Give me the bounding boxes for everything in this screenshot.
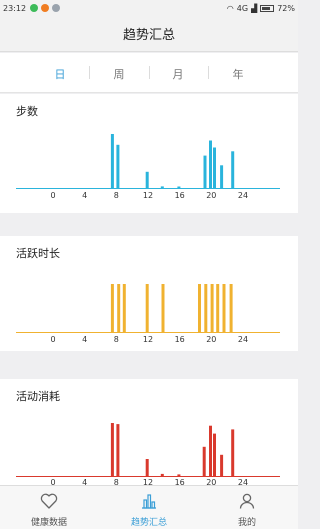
tab-week[interactable]: 周 — [104, 66, 134, 82]
battery-level: 72% — [277, 3, 295, 13]
active-time-bar — [198, 284, 201, 332]
tabbar-health-data[interactable]: 健康数据 — [9, 486, 89, 529]
active-time-bar — [161, 284, 165, 332]
steps-chart: 0 4 8 12 16 20 24 — [16, 134, 280, 200]
calories-tick-label: 24 — [238, 478, 248, 485]
active-time-card[interactable]: 活跃时长 0 4 8 12 16 20 24 — [0, 236, 298, 351]
tab-month[interactable]: 月 — [163, 66, 193, 82]
calories-bar — [116, 424, 120, 476]
calories-tick-label: 8 — [114, 478, 119, 485]
active-time-bar — [210, 284, 214, 332]
active-time-tick-label: 16 — [175, 335, 185, 344]
tab-divider — [89, 66, 90, 79]
calories-bar — [220, 454, 224, 476]
calories-bar — [110, 423, 114, 476]
nav-header: 趋势汇总 — [0, 16, 298, 52]
active-time-bar — [117, 284, 121, 332]
active-time-bar — [222, 284, 226, 332]
tab-year[interactable]: 年 — [223, 66, 253, 82]
steps-bar — [145, 171, 149, 188]
wechat-icon — [30, 4, 39, 12]
tab-day[interactable]: 日 — [45, 66, 75, 82]
active-time-tick-label: 0 — [50, 335, 55, 344]
period-tabs: 日 周 月 年 — [0, 53, 298, 93]
signal-icon: ▟ — [251, 3, 258, 13]
active-time-bar — [145, 284, 149, 332]
active-time-tick-label: 24 — [238, 335, 248, 344]
weibo-icon — [41, 4, 50, 12]
active-time-tick-label: 20 — [206, 335, 216, 344]
battery-icon — [260, 4, 275, 12]
network-type: 4G — [236, 3, 249, 13]
active-time-tick-label: 8 — [114, 335, 119, 344]
status-bar: 23:12 ◠ 4G ▟ 72% — [0, 0, 298, 16]
tabbar-mine[interactable]: 我的 — [207, 486, 287, 529]
heart-icon — [40, 493, 58, 509]
active-time-bar — [204, 284, 208, 332]
calories-tick-label: 0 — [50, 478, 55, 485]
active-time-tick-label: 4 — [82, 335, 87, 344]
steps-bar — [177, 186, 181, 188]
bottom-tab-bar: 健康数据 趋势汇总 我的 — [0, 485, 298, 529]
active-time-tick-label: 12 — [143, 335, 153, 344]
tabbar-trend-summary[interactable]: 趋势汇总 — [109, 486, 189, 529]
tabbar-label: 趋势汇总 — [130, 518, 167, 528]
calories-bar — [202, 446, 206, 476]
calories-tick-label: 20 — [206, 478, 216, 485]
active-time-bar — [110, 284, 114, 332]
steps-tick-label: 8 — [114, 191, 119, 200]
steps-bar — [231, 151, 235, 188]
calories-bar — [160, 473, 164, 476]
steps-tick-label: 4 — [82, 191, 87, 200]
active-time-bar — [229, 284, 233, 332]
steps-bar — [110, 134, 114, 188]
steps-tick-label: 20 — [206, 191, 216, 200]
calories-bar — [209, 425, 212, 476]
calories-bar — [145, 459, 149, 476]
calories-tick-label: 16 — [175, 478, 185, 485]
status-time: 23:12 — [3, 3, 27, 13]
steps-bar — [220, 165, 224, 188]
calories-card[interactable]: 活动消耗 0 4 8 12 16 20 24 — [0, 379, 298, 485]
steps-bar — [160, 186, 164, 188]
steps-bar — [203, 155, 207, 188]
calories-bar — [213, 433, 216, 476]
person-icon — [239, 493, 255, 509]
notification-icon — [52, 4, 61, 12]
steps-card[interactable]: 步数 0 4 8 12 16 20 24 — [0, 94, 298, 213]
steps-bar — [116, 144, 120, 188]
steps-tick-label: 12 — [143, 191, 153, 200]
steps-tick-label: 0 — [50, 191, 55, 200]
calories-bar — [231, 429, 235, 476]
tabbar-label: 健康数据 — [30, 518, 67, 528]
active-time-bar — [122, 284, 126, 332]
tab-divider — [149, 66, 150, 79]
steps-tick-label: 24 — [238, 191, 248, 200]
active-time-chart: 0 4 8 12 16 20 24 — [16, 284, 280, 344]
wifi-icon: ◠ — [226, 3, 234, 13]
active-time-bar — [216, 284, 220, 332]
bar-chart-icon — [142, 494, 156, 509]
tab-divider — [208, 66, 209, 79]
tabbar-label: 我的 — [237, 518, 256, 528]
steps-bar — [209, 140, 212, 188]
calories-tick-label: 4 — [82, 478, 87, 485]
steps-bar — [213, 147, 216, 188]
calories-tick-label: 12 — [143, 478, 153, 485]
calories-bar — [177, 474, 181, 476]
calories-chart: 0 4 8 12 16 20 24 — [16, 423, 280, 485]
page-title: 趋势汇总 — [122, 28, 175, 43]
steps-tick-label: 16 — [175, 191, 185, 200]
